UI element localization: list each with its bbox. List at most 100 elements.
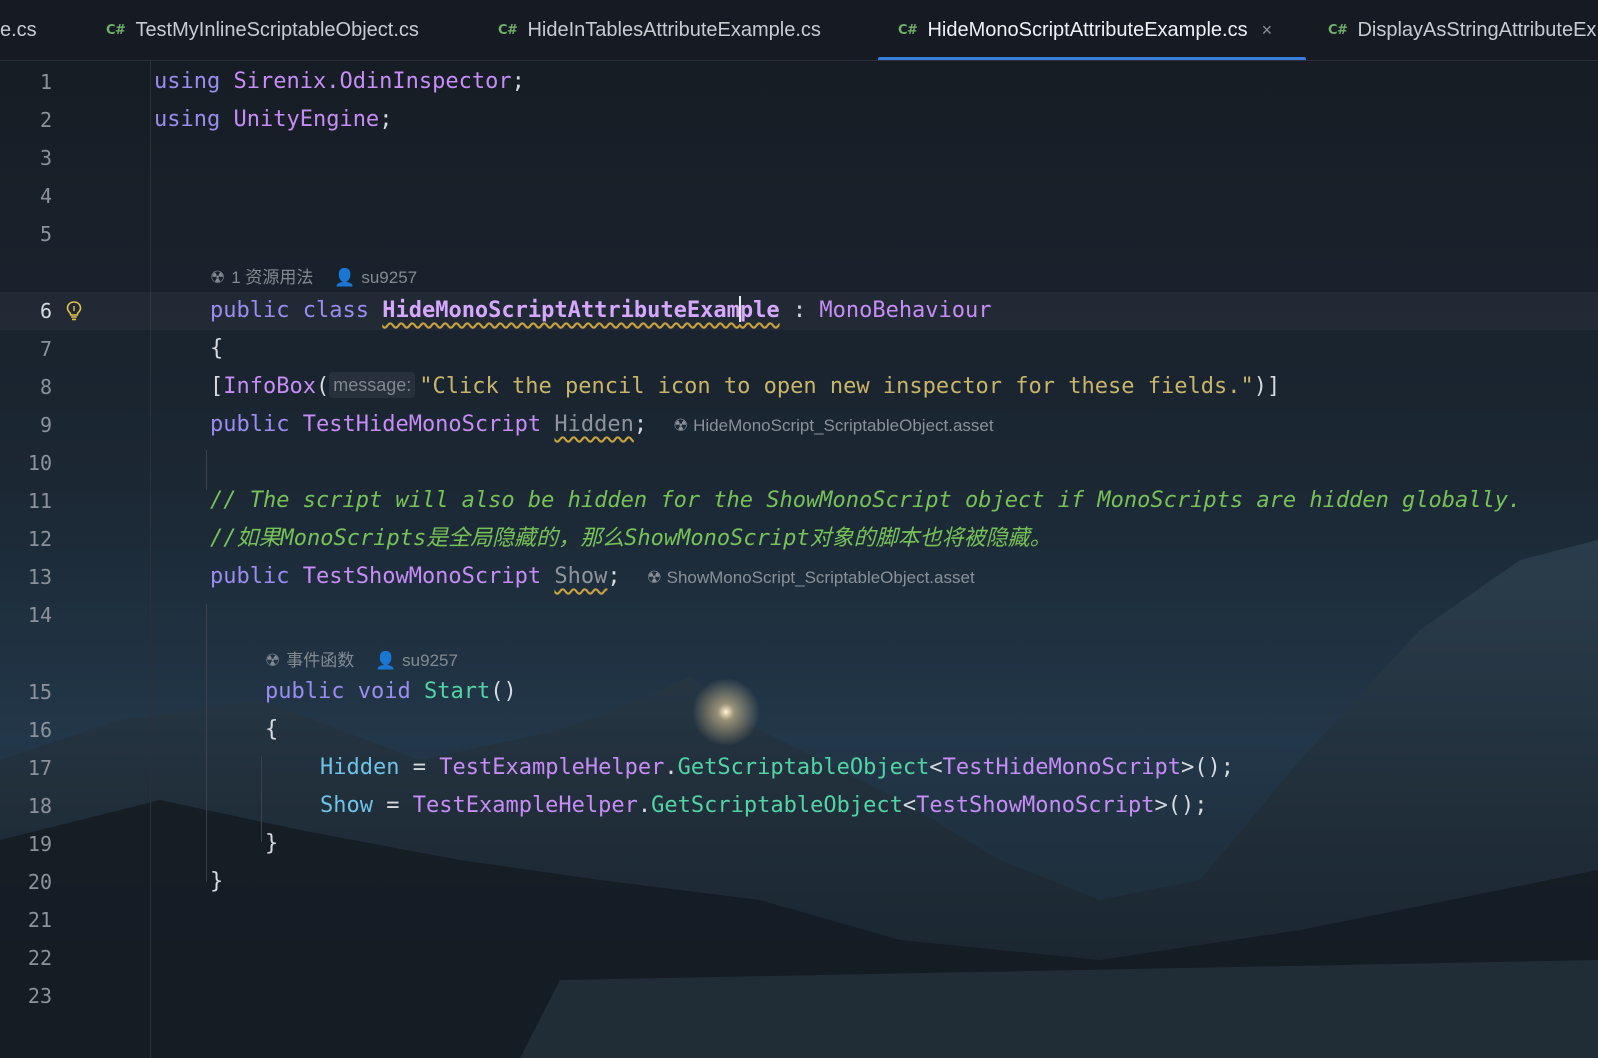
tab-label: HideMonoScriptAttributeExample.cs bbox=[927, 18, 1248, 41]
code-line-2[interactable]: 2 using UnityEngine; bbox=[0, 101, 1598, 139]
code-lens-class[interactable]: ☢ 1 资源用法 👤 su9257 bbox=[210, 263, 423, 293]
method-name: Start bbox=[423, 679, 491, 704]
line-number[interactable]: 16 bbox=[0, 711, 52, 749]
line-number[interactable]: 13 bbox=[0, 558, 52, 596]
usages-icon: ☢ bbox=[210, 268, 226, 287]
line-number[interactable]: 15 bbox=[0, 673, 52, 711]
line-number[interactable]: 14 bbox=[0, 596, 52, 634]
tab-hide-mono-script-attribute-example[interactable]: C# HideMonoScriptAttributeExample.cs × bbox=[898, 0, 1272, 60]
keyword: public bbox=[210, 298, 290, 323]
asset-reference-hint[interactable]: ☢ HideMonoScript_ScriptableObject.asset bbox=[673, 416, 993, 435]
author-name[interactable]: su9257 bbox=[402, 651, 458, 670]
code-line-15[interactable]: 15 public void Start() bbox=[0, 673, 1598, 711]
user-icon: 👤 bbox=[374, 651, 397, 670]
code-line-6[interactable]: 6 public class HideMonoScriptAttributeEx… bbox=[0, 292, 1598, 330]
line-number[interactable]: 5 bbox=[0, 215, 52, 253]
line-number[interactable]: 11 bbox=[0, 482, 52, 520]
generic-type: TestShowMonoScript bbox=[916, 793, 1155, 818]
class-reference: TestExampleHelper bbox=[412, 793, 638, 818]
method-call: GetScriptableObject bbox=[677, 755, 930, 780]
code-line-3[interactable]: 3 bbox=[0, 139, 1598, 177]
line-number[interactable]: 9 bbox=[0, 406, 52, 444]
line-number[interactable]: 8 bbox=[0, 368, 52, 406]
keyword: public bbox=[265, 679, 345, 704]
string-literal: "Click the pencil icon to open new inspe… bbox=[419, 374, 1254, 399]
punctuation: : bbox=[779, 298, 820, 323]
brace: { bbox=[265, 717, 279, 742]
code-line-21[interactable]: 21 bbox=[0, 901, 1598, 939]
field-reference: Show bbox=[320, 793, 373, 818]
brace: } bbox=[210, 869, 224, 894]
editor-tab-bar: e.cs C# TestMyInlineScriptableObject.cs … bbox=[0, 0, 1598, 61]
namespace: UnityEngine bbox=[233, 107, 380, 132]
keyword: void bbox=[357, 679, 411, 704]
code-line-5[interactable]: 5 bbox=[0, 215, 1598, 253]
usages-icon: ☢ bbox=[265, 651, 281, 670]
line-number[interactable]: 21 bbox=[0, 901, 52, 939]
line-number[interactable]: 22 bbox=[0, 939, 52, 977]
csharp-file-icon: C# bbox=[898, 22, 918, 38]
code-line-4[interactable]: 4 bbox=[0, 177, 1598, 215]
code-line-7[interactable]: 7 { bbox=[0, 330, 1598, 368]
code-line-9[interactable]: 9 public TestHideMonoScript Hidden; ☢ Hid… bbox=[0, 406, 1598, 444]
line-number[interactable]: 19 bbox=[0, 825, 52, 863]
author-name[interactable]: su9257 bbox=[361, 268, 417, 287]
line-number[interactable]: 18 bbox=[0, 787, 52, 825]
class-name: HideMonoScriptAttributeExample bbox=[382, 296, 780, 323]
field-name: Hidden bbox=[554, 412, 634, 437]
brace: } bbox=[265, 831, 279, 856]
code-line-16[interactable]: 16 { bbox=[0, 711, 1598, 749]
tab-hide-in-tables-attribute-example[interactable]: C# HideInTablesAttributeExample.cs bbox=[498, 0, 821, 60]
code-line-20[interactable]: 20 } bbox=[0, 863, 1598, 901]
line-number[interactable]: 20 bbox=[0, 863, 52, 901]
tab-label: e.cs bbox=[0, 18, 37, 41]
line-number[interactable]: 3 bbox=[0, 139, 52, 177]
code-line-1[interactable]: 1 using Sirenix.OdinInspector; bbox=[0, 63, 1598, 101]
close-icon[interactable]: × bbox=[1262, 20, 1273, 41]
base-class: MonoBehaviour bbox=[819, 298, 992, 323]
line-number[interactable]: 17 bbox=[0, 749, 52, 787]
line-number[interactable]: 6 bbox=[0, 292, 52, 330]
generic-type: TestHideMonoScript bbox=[942, 755, 1181, 780]
code-line-11[interactable]: 11 // The script will also be hidden for… bbox=[0, 482, 1598, 520]
keyword: public bbox=[210, 564, 290, 589]
tab-display-as-string-attribute-example[interactable]: C# DisplayAsStringAttributeEx bbox=[1328, 0, 1596, 60]
line-number[interactable]: 23 bbox=[0, 977, 52, 1015]
code-line-10[interactable]: 10 bbox=[0, 444, 1598, 482]
usages-count[interactable]: 1 资源用法 bbox=[231, 268, 313, 287]
line-number[interactable]: 7 bbox=[0, 330, 52, 368]
comment: //如果MonoScripts是全局隐藏的，那么ShowMonoScript对象… bbox=[210, 526, 1052, 551]
brace: { bbox=[210, 336, 224, 361]
comment: // The script will also be hidden for th… bbox=[210, 488, 1522, 513]
code-line-13[interactable]: 13 public TestShowMonoScript Show; ☢ Show… bbox=[0, 558, 1598, 596]
type-name: TestHideMonoScript bbox=[302, 412, 542, 437]
tab-partial-cs[interactable]: e.cs bbox=[0, 0, 37, 60]
code-line-12[interactable]: 12 //如果MonoScripts是全局隐藏的，那么ShowMonoScrip… bbox=[0, 520, 1598, 558]
code-line-19[interactable]: 19 } bbox=[0, 825, 1598, 863]
tab-label: TestMyInlineScriptableObject.cs bbox=[135, 18, 419, 41]
line-number[interactable]: 4 bbox=[0, 177, 52, 215]
keyword: using bbox=[154, 69, 221, 94]
keyword: public bbox=[210, 412, 290, 437]
keyword: using bbox=[154, 107, 221, 132]
line-number[interactable]: 12 bbox=[0, 520, 52, 558]
line-number[interactable]: 10 bbox=[0, 444, 52, 482]
event-function-label[interactable]: 事件函数 bbox=[286, 651, 354, 670]
code-lens-start[interactable]: ☢ 事件函数 👤 su9257 bbox=[265, 646, 464, 676]
code-line-22[interactable]: 22 bbox=[0, 939, 1598, 977]
field-name: Show bbox=[554, 564, 608, 589]
tab-test-my-inline-scriptable-object[interactable]: C# TestMyInlineScriptableObject.cs bbox=[106, 0, 419, 60]
code-line-23[interactable]: 23 bbox=[0, 977, 1598, 1015]
code-line-14[interactable]: 14 bbox=[0, 596, 1598, 634]
lightbulb-icon[interactable] bbox=[66, 301, 82, 321]
code-line-18[interactable]: 18 Show = TestExampleHelper.GetScriptabl… bbox=[0, 787, 1598, 825]
line-number[interactable]: 2 bbox=[0, 101, 52, 139]
method-call: GetScriptableObject bbox=[651, 793, 903, 818]
csharp-file-icon: C# bbox=[1328, 22, 1348, 38]
line-number[interactable]: 1 bbox=[0, 63, 52, 101]
field-reference: Hidden bbox=[320, 755, 400, 780]
attribute-name: InfoBox bbox=[223, 374, 316, 399]
code-line-17[interactable]: 17 Hidden = TestExampleHelper.GetScripta… bbox=[0, 749, 1598, 787]
code-line-8[interactable]: 8 [InfoBox(message: "Click the pencil ico… bbox=[0, 368, 1598, 406]
asset-reference-hint[interactable]: ☢ ShowMonoScript_ScriptableObject.asset bbox=[647, 568, 975, 587]
